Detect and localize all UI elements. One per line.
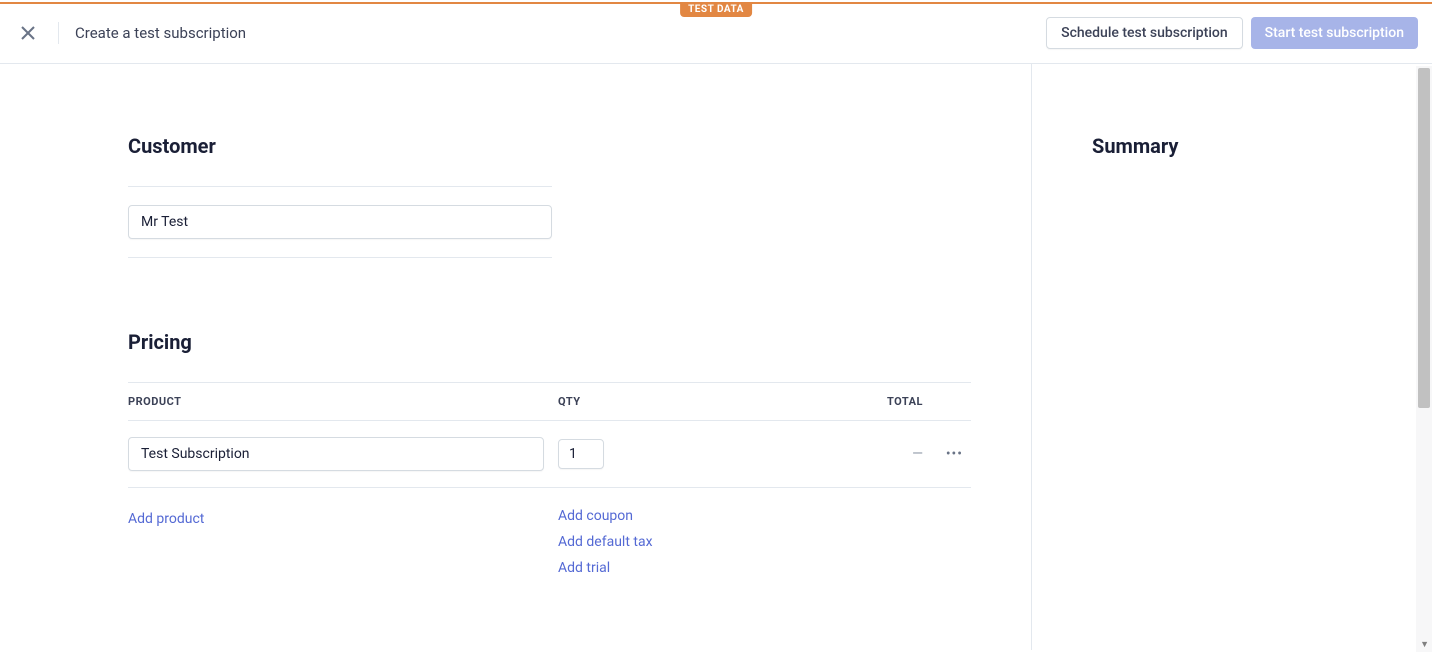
column-product: PRODUCT — [128, 395, 558, 408]
add-default-tax-link[interactable]: Add default tax — [558, 534, 971, 550]
customer-heading: Customer — [128, 134, 552, 158]
product-cell — [128, 437, 558, 471]
summary-heading: Summary — [1092, 134, 1372, 158]
customer-section: Customer — [128, 134, 552, 258]
product-input[interactable] — [128, 437, 544, 471]
add-coupon-link[interactable]: Add coupon — [558, 508, 971, 524]
scrollbar-thumb[interactable] — [1418, 68, 1430, 408]
main-panel: Customer Pricing PRODUCT QTY TOTAL — — [0, 64, 1032, 650]
start-subscription-button[interactable]: Start test subscription — [1251, 17, 1418, 49]
pricing-table-header: PRODUCT QTY TOTAL — [128, 382, 971, 421]
pricing-section: Pricing PRODUCT QTY TOTAL — ••• — [128, 330, 971, 576]
qty-cell — [558, 439, 758, 469]
column-total: TOTAL — [758, 395, 971, 408]
total-value: — — [912, 446, 923, 462]
test-data-badge: TEST DATA — [680, 2, 752, 17]
scroll-down-icon[interactable]: ▼ — [1420, 639, 1429, 650]
summary-panel: Summary — [1032, 64, 1432, 650]
pricing-heading: Pricing — [128, 330, 971, 354]
content: Customer Pricing PRODUCT QTY TOTAL — — [0, 64, 1432, 650]
actions-left: Add product — [128, 508, 558, 576]
qty-input[interactable] — [558, 439, 604, 469]
close-button[interactable] — [14, 19, 42, 47]
divider — [128, 186, 552, 187]
page-title: Create a test subscription — [75, 24, 246, 42]
scrollbar[interactable]: ▲ ▼ — [1416, 66, 1432, 652]
header-actions: Schedule test subscription Start test su… — [1046, 17, 1418, 49]
add-trial-link[interactable]: Add trial — [558, 560, 971, 576]
schedule-subscription-button[interactable]: Schedule test subscription — [1046, 17, 1243, 49]
pricing-actions: Add product Add coupon Add default tax A… — [128, 488, 971, 576]
close-icon — [21, 26, 35, 40]
header-divider — [58, 22, 59, 44]
divider — [128, 257, 552, 258]
more-icon[interactable]: ••• — [946, 446, 963, 462]
column-qty: QTY — [558, 395, 758, 408]
pricing-row: — ••• — [128, 421, 971, 488]
total-cell: — ••• — [758, 446, 971, 462]
actions-right: Add coupon Add default tax Add trial — [558, 508, 971, 576]
add-product-link[interactable]: Add product — [128, 511, 204, 527]
header-left: Create a test subscription — [14, 19, 246, 47]
customer-input[interactable] — [128, 205, 552, 239]
